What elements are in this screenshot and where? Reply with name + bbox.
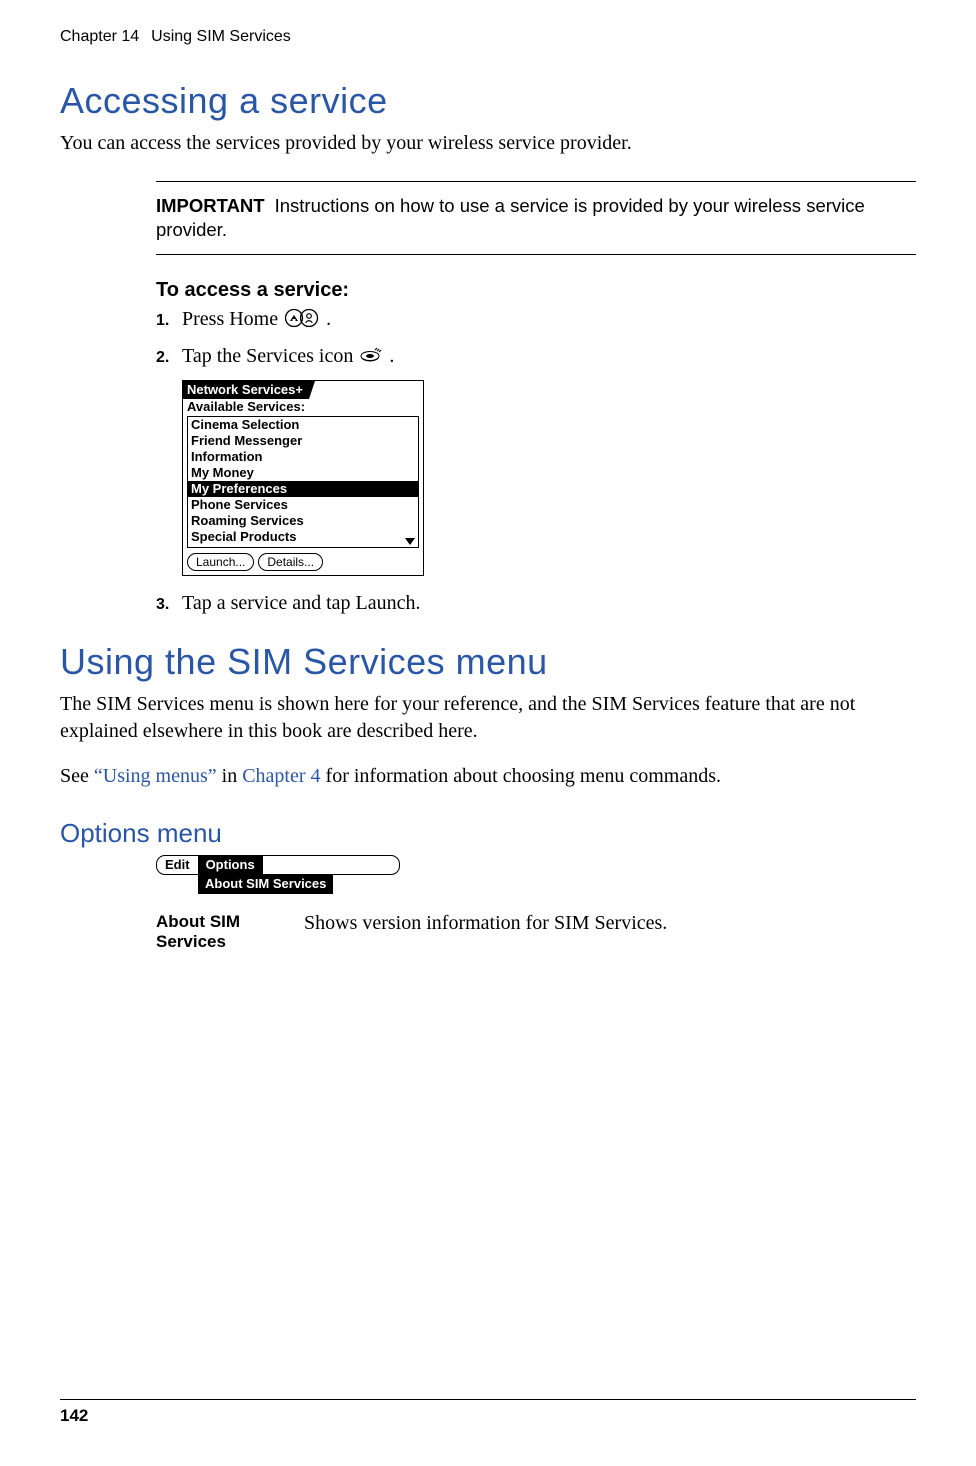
step-1-text-pre: Press Home: [182, 308, 283, 330]
definition-row: About SIM Services Shows version informa…: [156, 912, 916, 951]
menu-options[interactable]: Options: [198, 856, 263, 874]
intro-paragraph: You can access the services provided by …: [60, 130, 916, 157]
step-number: 2.: [156, 349, 182, 367]
step-2-text-post: .: [389, 345, 394, 367]
screenshot-network-services: Network Services+ Available Services: Ci…: [182, 380, 424, 576]
list-item[interactable]: Friend Messenger: [188, 433, 418, 449]
step-3-text: Tap a service and tap Launch.: [182, 592, 421, 615]
launch-button[interactable]: Launch...: [187, 553, 254, 571]
step-2-text-pre: Tap the Services icon: [182, 345, 358, 367]
screenshot-options-menu: Edit Options About SIM Services: [156, 855, 400, 894]
running-header: Chapter 14 Using SIM Services: [60, 28, 916, 46]
scroll-down-icon[interactable]: [405, 538, 415, 545]
procedure-title: To access a service:: [156, 279, 916, 302]
list-item[interactable]: Information: [188, 449, 418, 465]
list-item-selected[interactable]: My Preferences: [188, 481, 418, 497]
heading-accessing-service: Accessing a service: [60, 80, 916, 122]
menu-item-about-sim-services[interactable]: About SIM Services: [198, 874, 333, 894]
list-item[interactable]: Cinema Selection: [188, 417, 418, 433]
services-icon: [360, 345, 382, 368]
menu-paragraph-2: See “Using menus” in Chapter 4 for infor…: [60, 763, 916, 790]
heading-sim-services-menu: Using the SIM Services menu: [60, 641, 916, 683]
list-item[interactable]: Phone Services: [188, 497, 418, 513]
home-button-icon: [285, 309, 319, 333]
list-item[interactable]: Special Products: [188, 529, 418, 545]
step-1: 1. Press Home .: [156, 308, 916, 332]
definition-term: About SIM Services: [156, 912, 276, 951]
menu-edit[interactable]: Edit: [157, 856, 198, 874]
link-using-menus[interactable]: “Using menus”: [94, 765, 217, 787]
step-1-text-post: .: [326, 308, 331, 330]
list-item[interactable]: My Money: [188, 465, 418, 481]
chapter-title: Using SIM Services: [151, 28, 291, 45]
available-services-label: Available Services:: [183, 399, 423, 416]
step-2: 2. Tap the Services icon .: [156, 345, 916, 369]
step-number: 1.: [156, 312, 182, 330]
window-title: Network Services+: [183, 381, 315, 399]
menu-paragraph-1: The SIM Services menu is shown here for …: [60, 691, 916, 745]
heading-options-menu: Options menu: [60, 818, 916, 849]
list-item[interactable]: Roaming Services: [188, 513, 418, 529]
important-label: IMPORTANT: [156, 195, 275, 216]
chapter-number: Chapter 14: [60, 28, 139, 45]
details-button[interactable]: Details...: [258, 553, 323, 571]
page-number: 142: [60, 1406, 88, 1426]
definition-description: Shows version information for SIM Servic…: [304, 912, 667, 951]
services-list[interactable]: Cinema Selection Friend Messenger Inform…: [187, 416, 419, 548]
footer-rule: [60, 1399, 916, 1400]
step-3: 3. Tap a service and tap Launch.: [156, 592, 916, 615]
step-number: 3.: [156, 596, 182, 614]
menu-bar: Edit Options: [156, 855, 400, 875]
link-chapter-4[interactable]: Chapter 4: [242, 765, 320, 787]
important-note: IMPORTANTInstructions on how to use a se…: [156, 181, 916, 255]
